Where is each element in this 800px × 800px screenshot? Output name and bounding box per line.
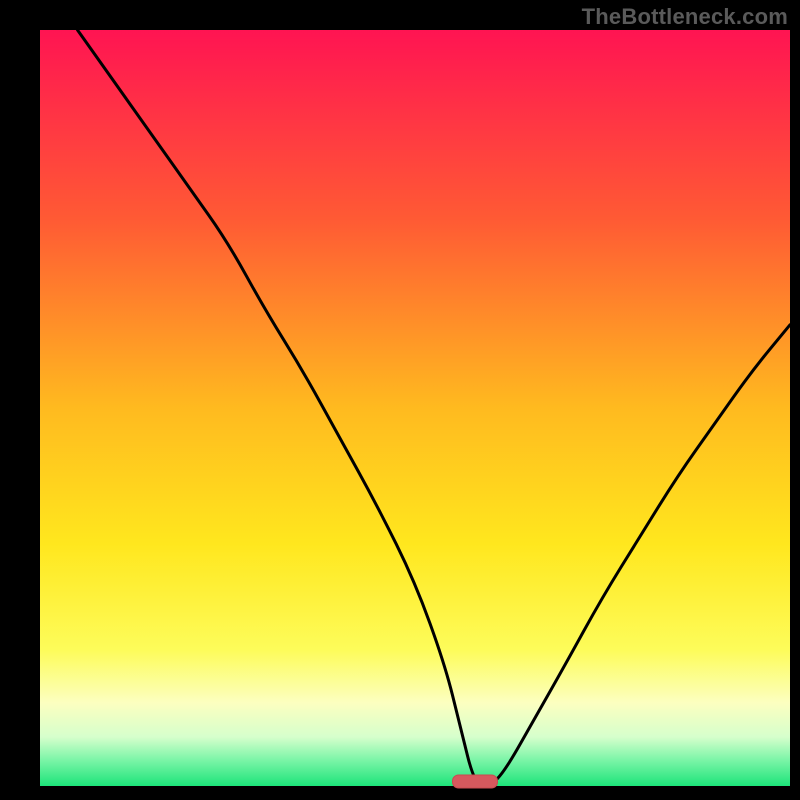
plot-background — [40, 30, 790, 786]
optimum-marker — [453, 775, 498, 788]
bottleneck-chart — [0, 0, 800, 800]
chart-frame: TheBottleneck.com — [0, 0, 800, 800]
